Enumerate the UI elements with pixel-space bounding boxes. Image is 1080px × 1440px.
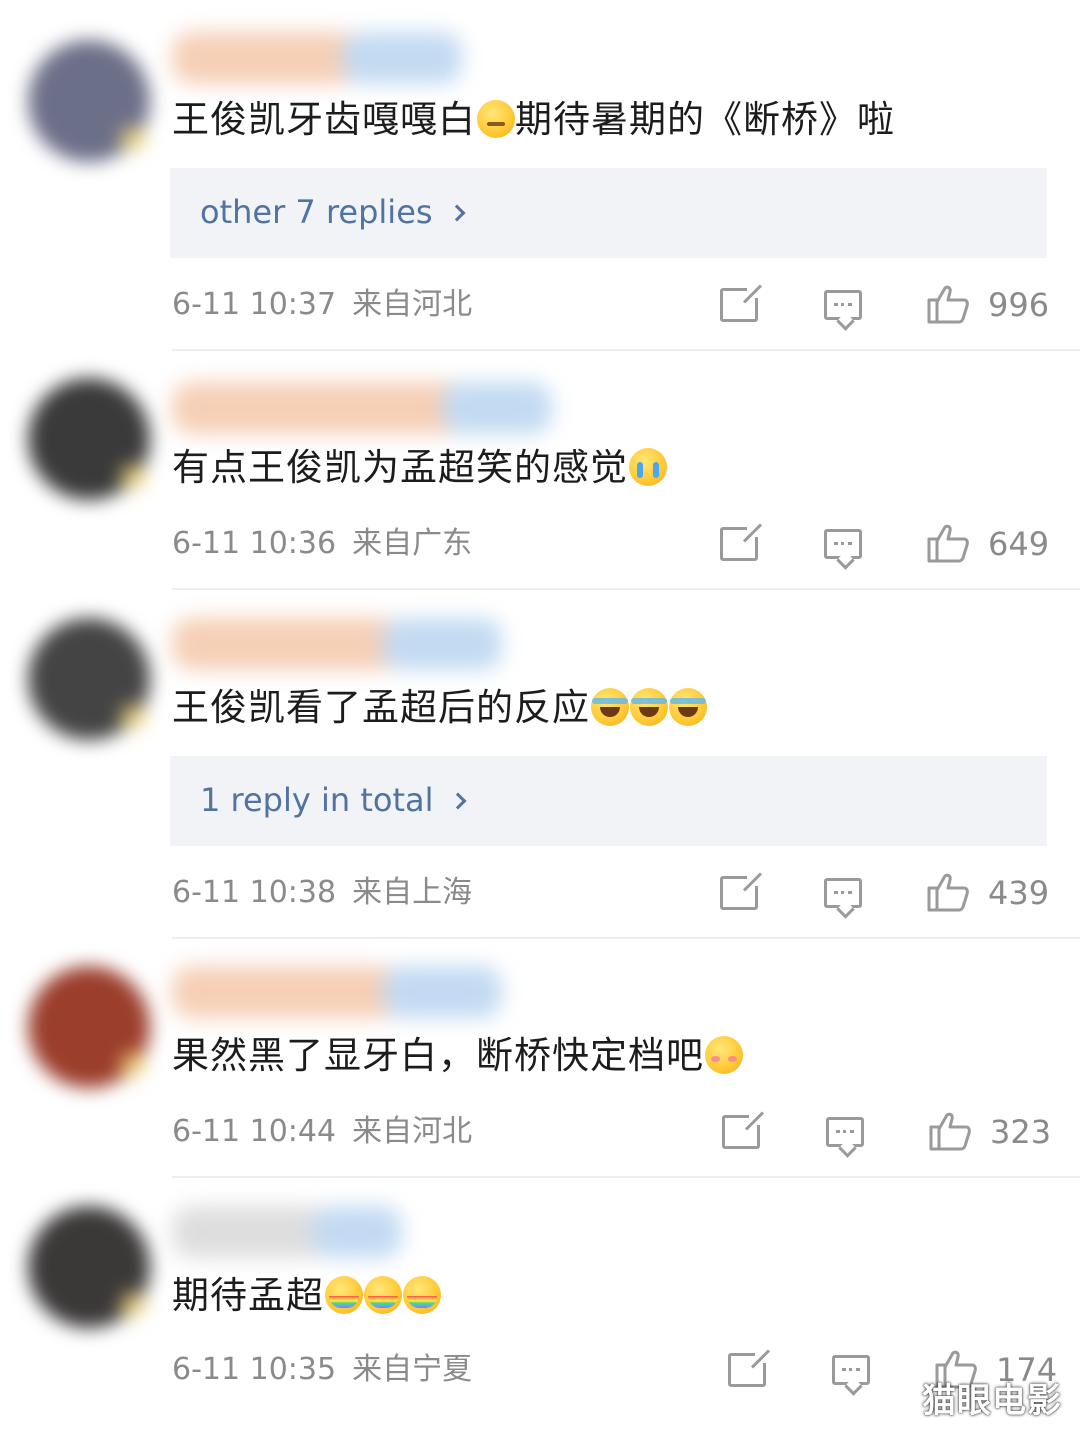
view-replies-link[interactable]: other 7 replies [200,190,466,234]
timestamp: 6-11 10:37 [172,287,337,322]
rainbow-emoji-icon [403,1276,441,1314]
view-replies-link[interactable]: 1 reply in total [200,778,466,822]
share-icon[interactable] [728,1351,767,1387]
comment-icon[interactable] [826,1117,864,1147]
laughing-emoji-icon [591,688,629,726]
location: 来自河北 [352,287,473,322]
thinking-emoji-icon [477,100,515,138]
username-blurred[interactable] [172,966,502,1018]
comment-text: 有点王俊凯为孟超笑的感觉 [172,444,667,492]
comment-text: 王俊凯牙齿嘎嘎白 期待暑期的《断桥》啦 [172,98,895,141]
avatar[interactable] [28,966,150,1088]
comment-meta: 6-11 10:44 来自河北 [172,1112,472,1152]
laughing-emoji-icon [630,688,668,726]
like-icon[interactable] [928,1109,972,1153]
comment-text: 果然黑了显牙白，断桥快定档吧 [172,1032,743,1080]
location: 来自上海 [352,875,473,910]
comment-meta: 6-11 10:36 来自广东 [172,524,472,564]
timestamp: 6-11 10:36 [172,526,337,561]
location: 来自河北 [352,1114,473,1149]
username-blurred[interactable] [172,382,552,434]
avatar[interactable] [28,378,150,500]
username-blurred[interactable] [172,32,472,84]
comment-text: 期待孟超 [172,1272,441,1320]
replies-box[interactable]: other 7 replies [170,168,1047,258]
comment-meta: 6-11 10:37 来自河北 [172,285,472,325]
watermark-text: 猫眼电影 [922,1381,1062,1421]
share-icon[interactable] [720,286,759,322]
username-blurred[interactable] [172,618,502,670]
timestamp: 6-11 10:38 [172,875,337,910]
shy-emoji-icon [705,1036,743,1074]
timestamp: 6-11 10:35 [172,1352,337,1387]
comment-icon[interactable] [824,290,862,320]
share-icon[interactable] [720,525,759,561]
like-icon[interactable] [926,870,970,914]
divider [172,349,1080,351]
comment-icon[interactable] [832,1355,870,1385]
comment-meta: 6-11 10:35 来自宁夏 [172,1350,472,1390]
laughing-emoji-icon [669,688,707,726]
divider [172,588,1080,590]
comment-text: 王俊凯看了孟超后的反应 [172,684,707,732]
like-icon[interactable] [926,282,970,326]
avatar[interactable] [28,1206,150,1328]
crying-emoji-icon [629,448,667,486]
rainbow-emoji-icon [364,1276,402,1314]
divider [172,1176,1080,1178]
chevron-right-icon [448,204,466,222]
avatar[interactable] [28,618,150,740]
location: 来自广东 [352,526,473,561]
divider [172,937,1080,939]
share-icon[interactable] [722,1113,761,1149]
like-count: 323 [990,1113,1052,1151]
like-count: 439 [988,874,1050,912]
comment-icon[interactable] [824,529,862,559]
like-icon[interactable] [926,521,970,565]
username-blurred[interactable] [172,1206,402,1258]
replies-box[interactable]: 1 reply in total [170,756,1047,846]
avatar[interactable] [28,40,150,162]
like-count: 996 [988,286,1050,324]
timestamp: 6-11 10:44 [172,1114,337,1149]
comment-meta: 6-11 10:38 来自上海 [172,873,472,913]
rainbow-emoji-icon [325,1276,363,1314]
share-icon[interactable] [720,874,759,910]
chevron-right-icon [449,792,466,810]
comment-icon[interactable] [824,878,862,908]
location: 来自宁夏 [352,1352,473,1387]
like-count: 649 [988,525,1050,563]
